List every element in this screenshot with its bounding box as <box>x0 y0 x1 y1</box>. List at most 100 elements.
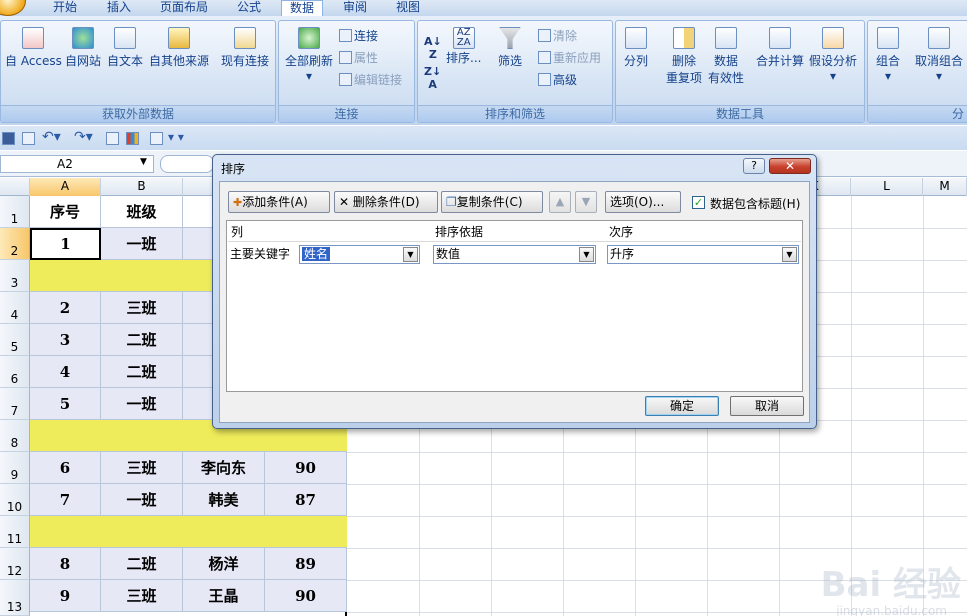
table-cell[interactable]: 87 <box>265 484 347 516</box>
row-header[interactable]: 6 <box>0 356 30 388</box>
tab-view[interactable]: 视图 <box>396 0 420 16</box>
from-other-sources-button[interactable]: 自其他来源 <box>149 27 209 69</box>
sort-za-icon[interactable]: Z↓ A <box>424 65 441 91</box>
ok-button[interactable]: 确定 <box>645 396 719 416</box>
group-button[interactable]: 组合 ▾ <box>876 27 900 83</box>
row-header[interactable]: 10 <box>0 484 30 516</box>
name-box-dropdown-icon[interactable]: ▼ <box>140 157 147 167</box>
table-cell[interactable]: 一班 <box>101 228 183 260</box>
consolidate-button[interactable]: 合并计算 <box>756 27 804 69</box>
tab-formulas[interactable]: 公式 <box>237 0 261 16</box>
refresh-all-button[interactable]: 全部刷新 ▾ <box>285 27 333 83</box>
redo-icon[interactable]: ↷▾ <box>74 129 93 145</box>
table-cell[interactable]: 3 <box>30 324 101 356</box>
table-cell[interactable]: 王晶 <box>183 580 265 612</box>
row-header[interactable]: 4 <box>0 292 30 324</box>
column-header[interactable]: A <box>30 178 101 196</box>
table-cell[interactable]: 韩美 <box>183 484 265 516</box>
column-header[interactable]: M <box>923 178 967 196</box>
from-text-button[interactable]: 自文本 <box>107 27 143 69</box>
move-down-button[interactable]: ▼ <box>575 191 597 213</box>
remove-duplicates-button[interactable]: 删除 重复项 <box>666 27 702 86</box>
from-web-button[interactable]: 自网站 <box>65 27 101 69</box>
table-cell[interactable]: 89 <box>265 548 347 580</box>
undo-icon[interactable]: ↶▾ <box>42 129 61 145</box>
from-access-button[interactable]: 自 Access <box>5 27 62 69</box>
table-cell[interactable]: 9 <box>30 580 101 612</box>
edit-links-button[interactable]: 编辑链接 <box>339 71 402 88</box>
table-cell[interactable]: 李向东 <box>183 452 265 484</box>
table-cell[interactable]: 6 <box>30 452 101 484</box>
table-cell[interactable]: 8 <box>30 548 101 580</box>
table-header-cell[interactable]: 班级 <box>101 196 183 228</box>
table-cell[interactable]: 三班 <box>101 452 183 484</box>
column-header[interactable]: L <box>851 178 923 196</box>
name-box[interactable]: A2 <box>0 155 154 173</box>
tab-page-layout[interactable]: 页面布局 <box>160 0 208 16</box>
table-cell[interactable]: 5 <box>30 388 101 420</box>
tab-review[interactable]: 审阅 <box>343 0 367 16</box>
existing-connections-button[interactable]: 现有连接 <box>221 27 269 69</box>
row-header[interactable]: 1 <box>0 196 30 228</box>
table-cell[interactable]: 90 <box>265 580 347 612</box>
close-button[interactable]: ✕ <box>769 158 811 174</box>
table-cell[interactable]: 90 <box>265 452 347 484</box>
table-cell[interactable]: 一班 <box>101 388 183 420</box>
connections-button[interactable]: 连接 <box>339 27 378 44</box>
properties-button[interactable]: 属性 <box>339 49 378 66</box>
row-header[interactable]: 3 <box>0 260 30 292</box>
table-cell[interactable]: 三班 <box>101 580 183 612</box>
row-header[interactable]: 7 <box>0 388 30 420</box>
chevron-down-icon[interactable]: ▼ <box>782 247 797 262</box>
tool-icon[interactable] <box>106 132 119 145</box>
table-cell[interactable]: 4 <box>30 356 101 388</box>
tab-insert[interactable]: 插入 <box>107 0 131 16</box>
brush-icon[interactable] <box>150 132 163 145</box>
row-header[interactable]: 5 <box>0 324 30 356</box>
sort-column-select[interactable]: 姓名 ▼ <box>299 245 420 264</box>
save-icon[interactable] <box>2 132 15 145</box>
help-button[interactable]: ? <box>743 158 765 174</box>
tab-home[interactable]: 开始 <box>53 0 77 16</box>
chart-icon[interactable] <box>126 132 139 145</box>
add-condition-button[interactable]: ✚添加条件(A) <box>228 191 330 213</box>
table-cell[interactable]: 二班 <box>101 548 183 580</box>
new-file-icon[interactable] <box>22 132 35 145</box>
table-cell[interactable]: 2 <box>30 292 101 324</box>
advanced-button[interactable]: 高级 <box>538 71 577 88</box>
table-cell[interactable]: 7 <box>30 484 101 516</box>
tab-data[interactable]: 数据 <box>281 0 324 16</box>
what-if-analysis-button[interactable]: 假设分析 ▾ <box>809 27 857 83</box>
sort-on-select[interactable]: 数值 ▼ <box>433 245 596 264</box>
clear-button[interactable]: 清除 <box>538 27 577 44</box>
table-header-cell[interactable]: 序号 <box>30 196 101 228</box>
reapply-button[interactable]: 重新应用 <box>538 49 601 66</box>
filter-button[interactable]: 筛选 <box>498 27 522 69</box>
data-validation-button[interactable]: 数据 有效性 <box>708 27 744 86</box>
customize-qat-icon[interactable]: ▾ ▾ <box>168 130 184 144</box>
row-header[interactable]: 9 <box>0 452 30 484</box>
table-cell[interactable]: 三班 <box>101 292 183 324</box>
table-cell[interactable]: 一班 <box>101 484 183 516</box>
delete-condition-button[interactable]: ✕ 删除条件(D) <box>334 191 438 213</box>
row-header[interactable]: 8 <box>0 420 30 452</box>
chevron-down-icon[interactable]: ▼ <box>403 247 418 262</box>
table-cell[interactable]: 杨洋 <box>183 548 265 580</box>
active-cell[interactable]: 1 <box>30 228 101 260</box>
sort-az-icon[interactable]: A↓ Z <box>424 35 442 61</box>
move-up-button[interactable]: ▲ <box>549 191 571 213</box>
office-button[interactable] <box>0 0 26 16</box>
row-header[interactable]: 11 <box>0 516 30 548</box>
chevron-down-icon[interactable]: ▼ <box>579 247 594 262</box>
table-cell[interactable]: 二班 <box>101 324 183 356</box>
text-to-columns-button[interactable]: 分列 <box>624 27 648 69</box>
has-header-checkbox[interactable]: ✓ <box>692 196 705 209</box>
table-cell[interactable]: 二班 <box>101 356 183 388</box>
options-button[interactable]: 选项(O)... <box>605 191 681 213</box>
order-select[interactable]: 升序 ▼ <box>607 245 799 264</box>
row-header[interactable]: 13 <box>0 580 30 616</box>
ungroup-button[interactable]: 取消组合 ▾ <box>915 27 963 83</box>
column-header[interactable]: B <box>101 178 183 196</box>
blank-row[interactable] <box>30 516 347 548</box>
cancel-button[interactable]: 取消 <box>730 396 804 416</box>
